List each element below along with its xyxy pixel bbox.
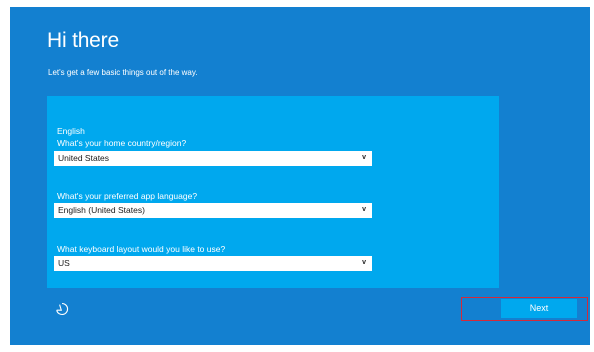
section-label: English (57, 126, 85, 136)
page-title: Hi there (47, 29, 119, 52)
keyboard-label: What keyboard layout would you like to u… (57, 244, 226, 254)
chevron-down-icon: v (362, 259, 366, 266)
setup-screen: Hi there Let's get a few basic things ou… (10, 7, 590, 345)
keyboard-value: US (58, 258, 70, 268)
country-select[interactable]: United States v (54, 151, 372, 166)
app-language-label: What's your preferred app language? (57, 191, 198, 201)
settings-panel: English What's your home country/region?… (47, 96, 499, 288)
keyboard-select[interactable]: US v (54, 256, 372, 271)
next-button[interactable]: Next (501, 299, 577, 318)
page-subtitle: Let's get a few basic things out of the … (48, 68, 198, 77)
country-value: United States (58, 153, 110, 163)
app-language-value: English (United States) (58, 205, 145, 215)
chevron-down-icon: v (362, 154, 366, 161)
chevron-down-icon: v (362, 206, 366, 213)
app-language-select[interactable]: English (United States) v (54, 203, 372, 218)
country-label: What's your home country/region? (57, 138, 187, 148)
ease-of-access-icon[interactable] (54, 301, 70, 317)
